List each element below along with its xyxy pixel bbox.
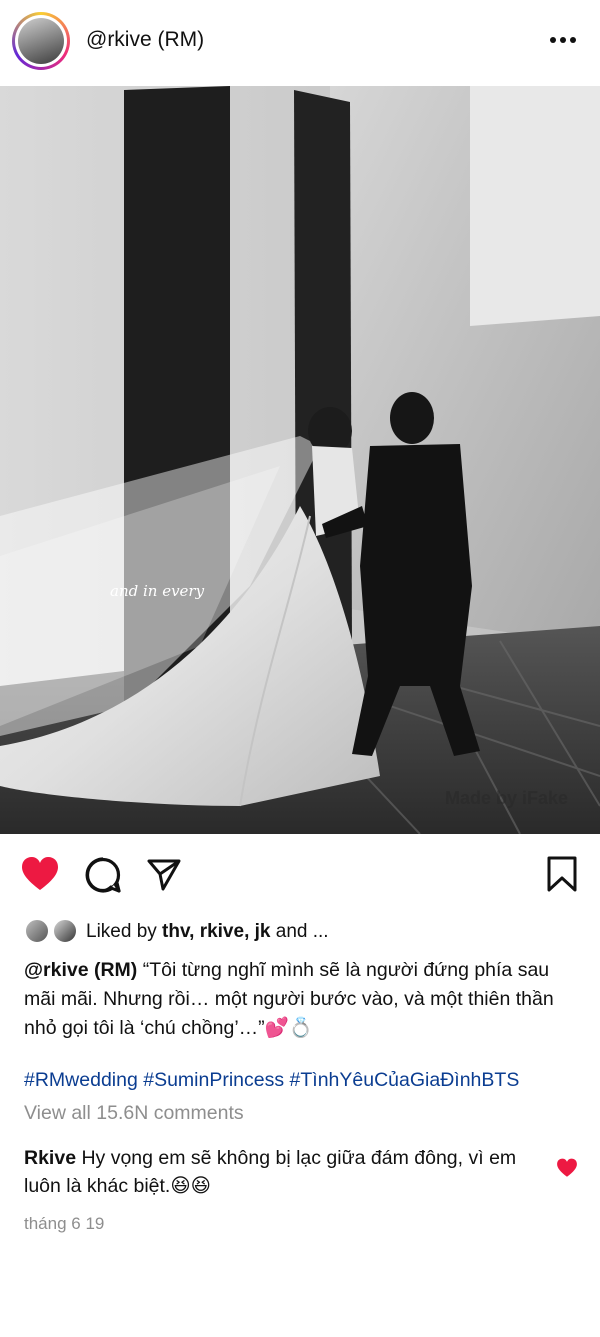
liked-by-suffix: and ... [270,921,329,942]
liked-by-names[interactable]: thv, rkive, jk [162,921,270,942]
caption-username[interactable]: @rkive (RM) [24,959,137,981]
liker-avatar [52,918,78,944]
comment-item: Rkive Hy vọng em sẽ không bị lạc giữa đá… [24,1144,529,1200]
share-icon[interactable] [146,856,182,892]
comment-like-heart-icon[interactable] [556,1158,578,1178]
likes-row[interactable]: Liked by thv, rkive, jk and ... [24,916,584,948]
wedding-photo: and in every Made by iFake [0,86,600,834]
post-username[interactable]: @rkive (RM) [86,28,204,52]
more-options-icon[interactable] [548,32,578,48]
story-ring[interactable] [12,12,70,70]
watermark: Made by iFake [445,788,568,808]
comment-username[interactable]: Rkive [24,1147,76,1169]
post-date: tháng 6 19 [24,1214,105,1233]
comment-icon[interactable] [84,856,122,894]
liked-by-text: Liked by thv, rkive, jk and ... [86,921,329,943]
bookmark-icon[interactable] [546,856,578,892]
post-image[interactable]: and in every Made by iFake [0,86,600,834]
hashtags[interactable]: #RMwedding #SuminPrincess #TìnhYêuCủaGia… [24,1069,519,1092]
avatar-photo [18,18,64,64]
view-all-comments-link[interactable]: View all 15.6N comments [24,1102,244,1125]
post-caption: @rkive (RM) “Tôi từng nghĩ mình sẽ là ng… [24,956,564,1043]
veil-text: and in every [110,582,205,600]
liked-by-prefix: Liked by [86,921,163,942]
liker-avatar [24,918,50,944]
post-header: @rkive (RM) [0,0,600,84]
like-heart-icon[interactable] [20,856,60,892]
comment-text: Hy vọng em sẽ không bị lạc giữa đám đông… [24,1147,517,1197]
post-actions-bar [0,850,600,900]
profile-avatar[interactable] [15,15,67,67]
